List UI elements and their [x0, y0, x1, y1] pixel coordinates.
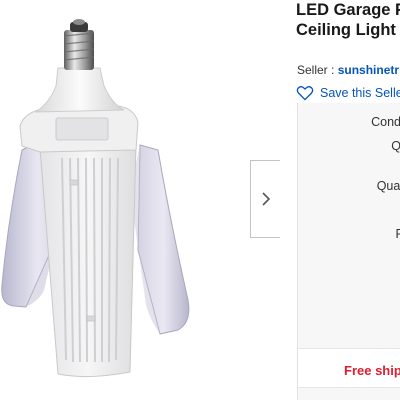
hinge-housing — [19, 105, 139, 153]
quantity-label: Quantit — [376, 179, 400, 193]
seller-info: Seller : sunshinetr — [297, 63, 399, 77]
listing-page: LED Garage F Ceiling Light Seller : suns… — [0, 0, 400, 400]
heart-outline-icon — [296, 86, 314, 101]
lamp-neck — [34, 67, 125, 113]
center-led-panel — [39, 143, 137, 378]
gallery-next-button[interactable] — [250, 160, 280, 238]
listing-title-line1: LED Garage F — [296, 1, 400, 19]
right-led-panel — [130, 144, 190, 335]
save-seller-label: Save this Selle — [320, 86, 400, 100]
led-garage-light-illustration — [1, 19, 190, 378]
save-seller-button[interactable]: Save this Selle — [296, 85, 400, 101]
listing-title: LED Garage F Ceiling Light — [296, 0, 400, 40]
seller-name-link[interactable]: sunshinetr — [338, 63, 399, 77]
e27-screw-base — [63, 19, 95, 70]
seller-label: Seller : — [297, 63, 335, 77]
price-label: Pric — [395, 227, 400, 241]
purchase-details-panel: Conditio QTY Quantit Pric Free ship — [297, 103, 400, 400]
product-image[interactable] — [0, 0, 250, 400]
shipping-box: Free ship — [298, 348, 400, 388]
free-shipping-label: Free ship — [344, 363, 400, 378]
qty-label: QTY — [391, 139, 400, 153]
chevron-right-icon — [261, 192, 270, 206]
listing-title-line2: Ceiling Light — [296, 21, 396, 39]
condition-label: Conditio — [371, 115, 400, 129]
